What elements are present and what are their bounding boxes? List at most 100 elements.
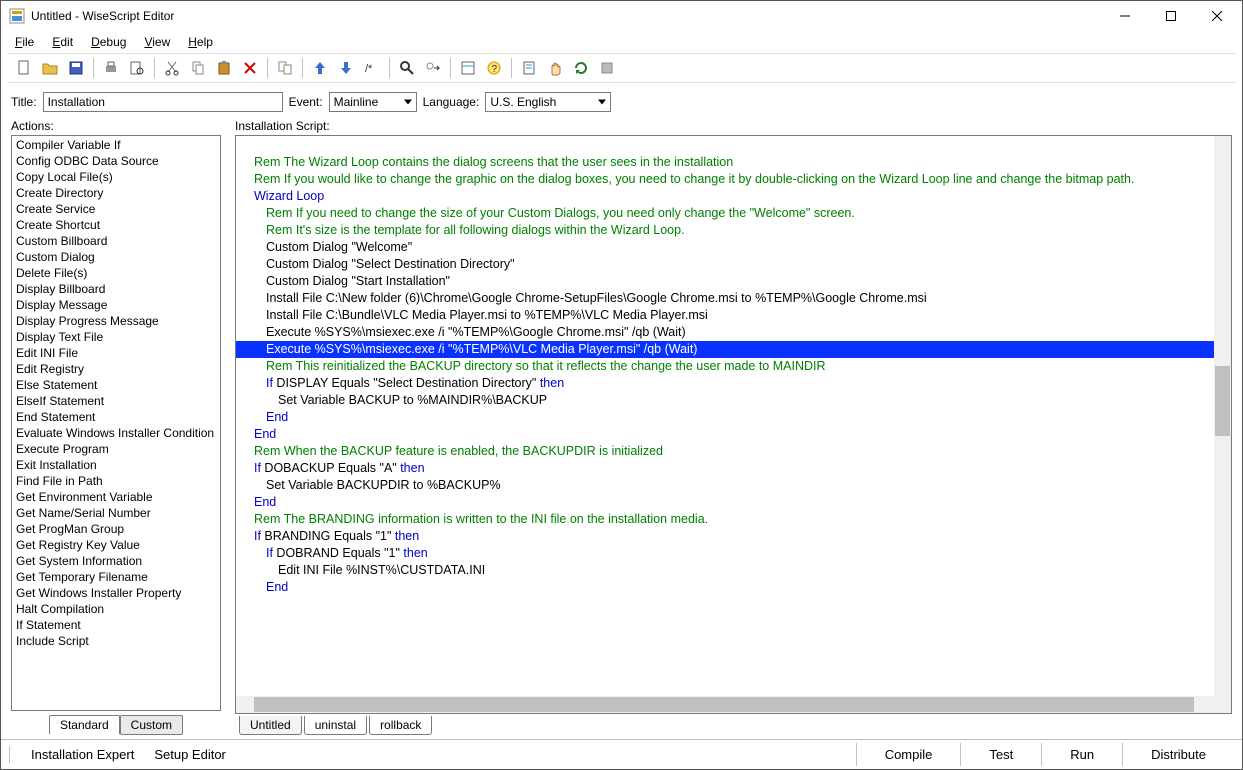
action-item[interactable]: Custom Dialog (12, 249, 220, 265)
script-line[interactable]: If DISPLAY Equals "Select Destination Di… (236, 375, 1231, 392)
action-item[interactable]: Get Windows Installer Property (12, 585, 220, 601)
script-line[interactable]: Rem The Wizard Loop contains the dialog … (236, 154, 1231, 171)
standard-tab[interactable]: Standard (49, 715, 120, 735)
save-icon[interactable] (64, 56, 88, 80)
action-item[interactable]: Custom Billboard (12, 233, 220, 249)
stop-icon[interactable] (595, 56, 619, 80)
script-line[interactable]: End (236, 494, 1231, 511)
action-item[interactable]: If Statement (12, 617, 220, 633)
action-item[interactable]: Display Progress Message (12, 313, 220, 329)
action-item[interactable]: Compiler Variable If (12, 137, 220, 153)
action-item[interactable]: Create Directory (12, 185, 220, 201)
script-line[interactable]: Edit INI File %INST%\CUSTDATA.INI (236, 562, 1231, 579)
menu-file[interactable]: File (7, 33, 42, 51)
script-line[interactable]: Rem This reinitialized the BACKUP direct… (236, 358, 1231, 375)
script-tab-rollback[interactable]: rollback (369, 716, 432, 735)
vertical-scrollbar[interactable] (1214, 136, 1231, 696)
script-line[interactable]: Set Variable BACKUPDIR to %BACKUP% (236, 477, 1231, 494)
new-icon[interactable] (12, 56, 36, 80)
script-line[interactable]: If DOBRAND Equals "1" then (236, 545, 1231, 562)
copy-icon[interactable] (186, 56, 210, 80)
action-item[interactable]: Create Service (12, 201, 220, 217)
action-item[interactable]: Else Statement (12, 377, 220, 393)
mode-tab-installation-expert[interactable]: Installation Expert (27, 743, 138, 766)
move-up-icon[interactable] (308, 56, 332, 80)
action-item[interactable]: Display Message (12, 297, 220, 313)
title-input[interactable] (43, 92, 283, 112)
properties-icon[interactable] (456, 56, 480, 80)
script-line[interactable]: Custom Dialog "Select Destination Direct… (236, 256, 1231, 273)
action-item[interactable]: Get Name/Serial Number (12, 505, 220, 521)
print-icon[interactable] (99, 56, 123, 80)
language-select[interactable]: U.S. English (485, 92, 611, 112)
hand-icon[interactable] (543, 56, 567, 80)
action-item[interactable]: Copy Local File(s) (12, 169, 220, 185)
action-item[interactable]: ElseIf Statement (12, 393, 220, 409)
distribute-button[interactable]: Distribute (1122, 743, 1234, 766)
action-item[interactable]: Exit Installation (12, 457, 220, 473)
action-item[interactable]: Get System Information (12, 553, 220, 569)
delete-icon[interactable] (238, 56, 262, 80)
paste-icon[interactable] (212, 56, 236, 80)
script-line[interactable]: Rem If you would like to change the grap… (236, 171, 1231, 188)
action-item[interactable]: Edit INI File (12, 345, 220, 361)
action-item[interactable]: Display Billboard (12, 281, 220, 297)
script-line[interactable]: Rem If you need to change the size of yo… (236, 205, 1231, 222)
action-item[interactable]: Edit Registry (12, 361, 220, 377)
action-item[interactable]: End Statement (12, 409, 220, 425)
menu-help[interactable]: Help (180, 33, 221, 51)
script-line[interactable]: Rem It's size is the template for all fo… (236, 222, 1231, 239)
action-item[interactable]: Display Text File (12, 329, 220, 345)
script-line[interactable]: Rem The BRANDING information is written … (236, 511, 1231, 528)
script-editor[interactable]: Rem The Wizard Loop contains the dialog … (235, 135, 1232, 714)
custom-tab[interactable]: Custom (120, 715, 183, 735)
script-line[interactable]: Execute %SYS%\msiexec.exe /i "%TEMP%\VLC… (236, 341, 1231, 358)
menu-view[interactable]: View (136, 33, 178, 51)
event-icon[interactable] (517, 56, 541, 80)
minimize-button[interactable] (1102, 1, 1148, 31)
move-down-icon[interactable] (334, 56, 358, 80)
action-item[interactable]: Delete File(s) (12, 265, 220, 281)
open-icon[interactable] (38, 56, 62, 80)
cut-icon[interactable] (160, 56, 184, 80)
test-button[interactable]: Test (960, 743, 1041, 766)
action-item[interactable]: Config ODBC Data Source (12, 153, 220, 169)
find-icon[interactable] (395, 56, 419, 80)
script-line[interactable]: End (236, 409, 1231, 426)
print-preview-icon[interactable] (125, 56, 149, 80)
script-line[interactable]: End (236, 426, 1231, 443)
script-line[interactable]: Custom Dialog "Start Installation" (236, 273, 1231, 290)
horizontal-scrollbar[interactable] (236, 696, 1231, 713)
menu-debug[interactable]: Debug (83, 33, 134, 51)
script-tab-uninstal[interactable]: uninstal (304, 716, 367, 735)
action-item[interactable]: Evaluate Windows Installer Condition (12, 425, 220, 441)
script-line[interactable]: Install File C:\New folder (6)\Chrome\Go… (236, 290, 1231, 307)
script-line[interactable]: End (236, 579, 1231, 596)
actions-list[interactable]: Compiler Variable IfConfig ODBC Data Sou… (11, 135, 221, 711)
help-icon[interactable]: ? (482, 56, 506, 80)
script-line[interactable]: If BRANDING Equals "1" then (236, 528, 1231, 545)
action-item[interactable]: Find File in Path (12, 473, 220, 489)
close-button[interactable] (1194, 1, 1240, 31)
action-item[interactable]: Include Script (12, 633, 220, 649)
action-item[interactable]: Get ProgMan Group (12, 521, 220, 537)
action-item[interactable]: Execute Program (12, 441, 220, 457)
script-line[interactable]: Wizard Loop (236, 188, 1231, 205)
action-item[interactable]: Halt Compilation (12, 601, 220, 617)
event-select[interactable]: Mainline (329, 92, 417, 112)
script-line[interactable]: If DOBACKUP Equals "A" then (236, 460, 1231, 477)
script-line[interactable]: Install File C:\Bundle\VLC Media Player.… (236, 307, 1231, 324)
script-line[interactable]: Set Variable BACKUP to %MAINDIR%\BACKUP (236, 392, 1231, 409)
script-tab-untitled[interactable]: Untitled (239, 716, 302, 735)
comment-icon[interactable]: /* (360, 56, 384, 80)
find-next-icon[interactable] (421, 56, 445, 80)
action-item[interactable]: Get Temporary Filename (12, 569, 220, 585)
action-item[interactable]: Get Registry Key Value (12, 537, 220, 553)
duplicate-icon[interactable] (273, 56, 297, 80)
script-line[interactable]: Rem When the BACKUP feature is enabled, … (236, 443, 1231, 460)
action-item[interactable]: Create Shortcut (12, 217, 220, 233)
refresh-icon[interactable] (569, 56, 593, 80)
compile-button[interactable]: Compile (856, 743, 961, 766)
script-line[interactable]: Execute %SYS%\msiexec.exe /i "%TEMP%\Goo… (236, 324, 1231, 341)
mode-tab-setup-editor[interactable]: Setup Editor (150, 743, 230, 766)
